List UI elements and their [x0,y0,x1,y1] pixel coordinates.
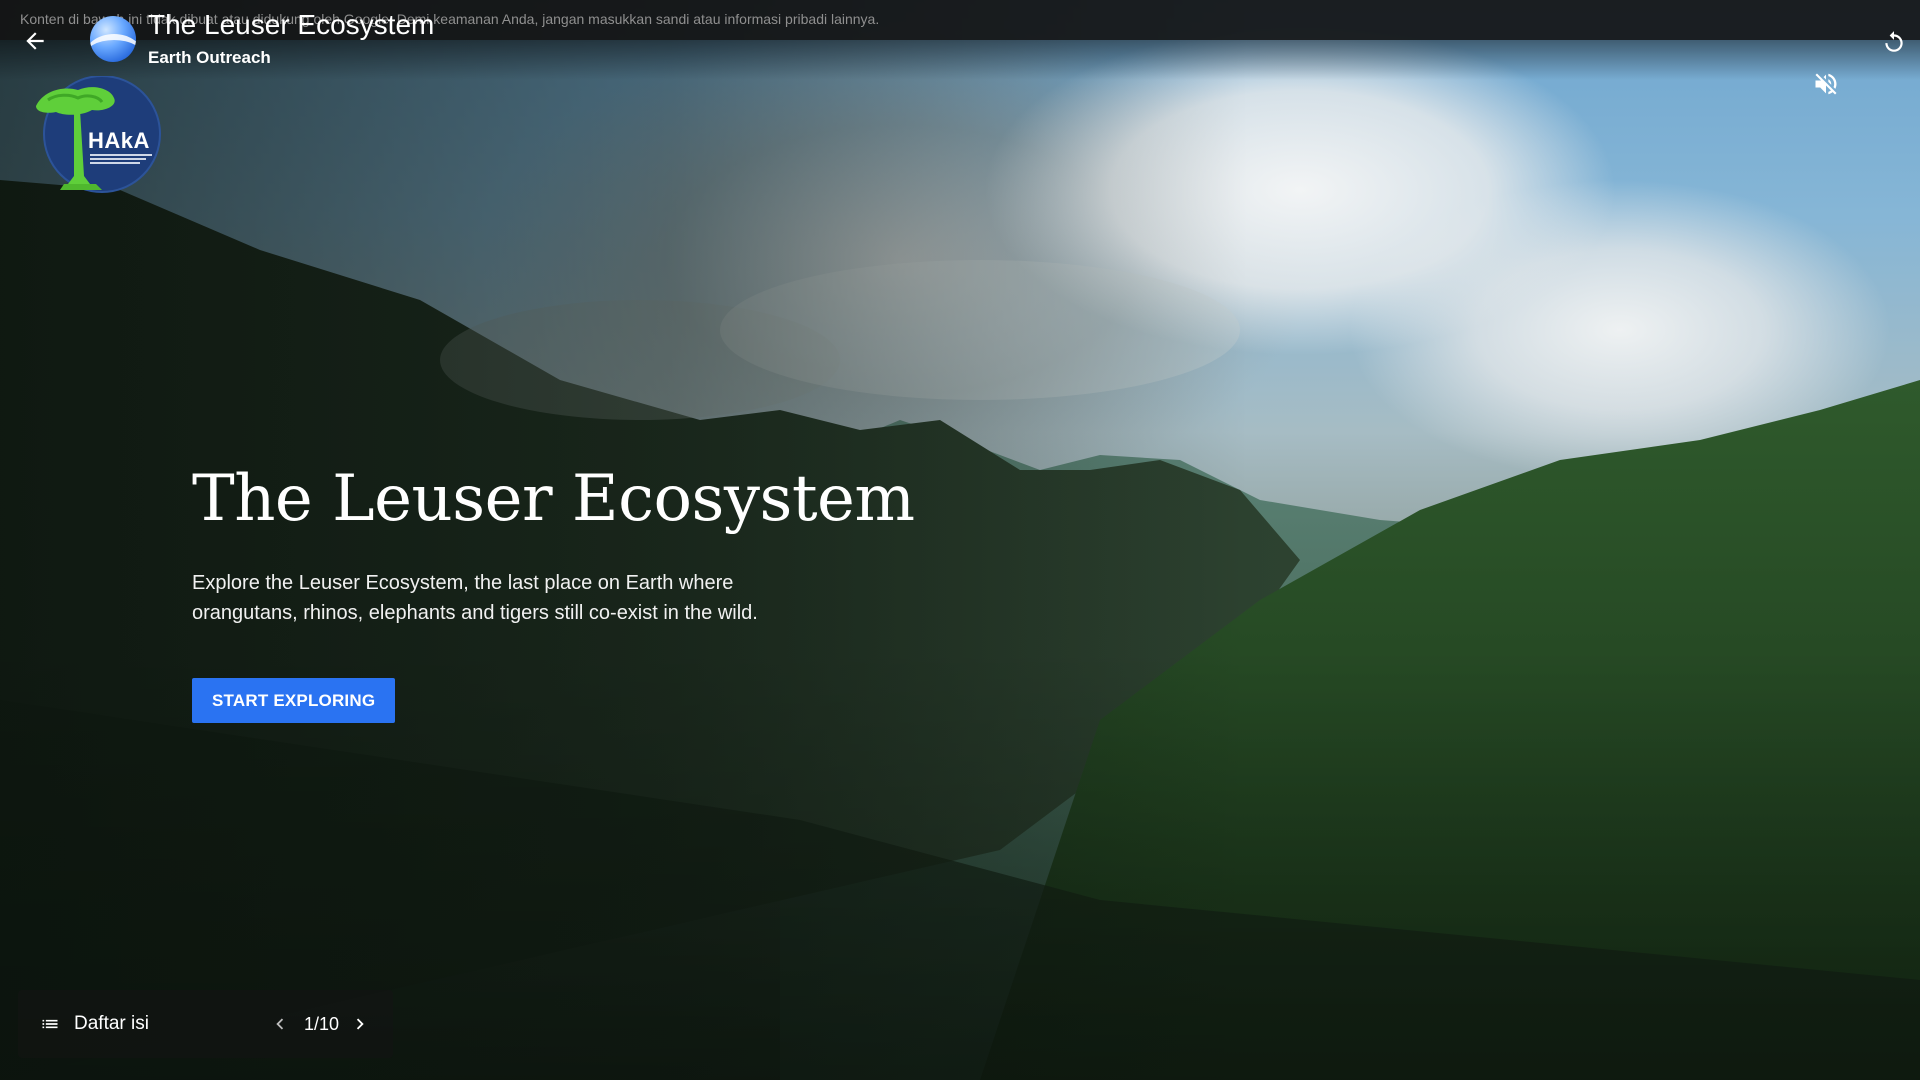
haka-logo-tagline [90,154,152,164]
haka-logo-text: HAkA [88,128,150,153]
story-title: The Leuser Ecosystem [148,9,435,40]
mute-button[interactable] [1808,66,1844,102]
previous-slide-button[interactable] [264,1008,296,1040]
story-viewer: Konten di bawah ini tidak dibuat atau di… [0,0,1920,1080]
chevron-right-icon [356,1018,364,1030]
table-of-contents-label: Daftar isi [74,1013,149,1034]
list-icon [42,1019,58,1029]
top-bar-shadow [0,40,1920,80]
start-exploring-button[interactable]: START EXPLORING [192,678,396,723]
arrow-left-icon [26,32,44,50]
haka-partner-logo: HAkA [34,75,166,196]
slide-counter: 1/10 [304,1014,340,1034]
replay-icon [1885,31,1903,52]
next-slide-button[interactable] [344,1008,376,1040]
back-button[interactable] [18,24,52,58]
google-earth-logo [90,16,136,62]
overlay-gradient [0,0,1920,1080]
hero-description: Explore the Leuser Ecosystem, the last p… [192,572,758,624]
story-navigation-bar: Daftar isi 1/10 [18,990,393,1058]
story-publisher: Earth Outreach [148,48,271,67]
hero-title: The Leuser Ecosystem [192,462,915,536]
table-of-contents-button[interactable]: Daftar isi [40,1006,149,1042]
replay-button[interactable] [1878,26,1910,58]
chevron-left-icon [276,1018,284,1030]
volume-off-icon [1815,73,1837,95]
